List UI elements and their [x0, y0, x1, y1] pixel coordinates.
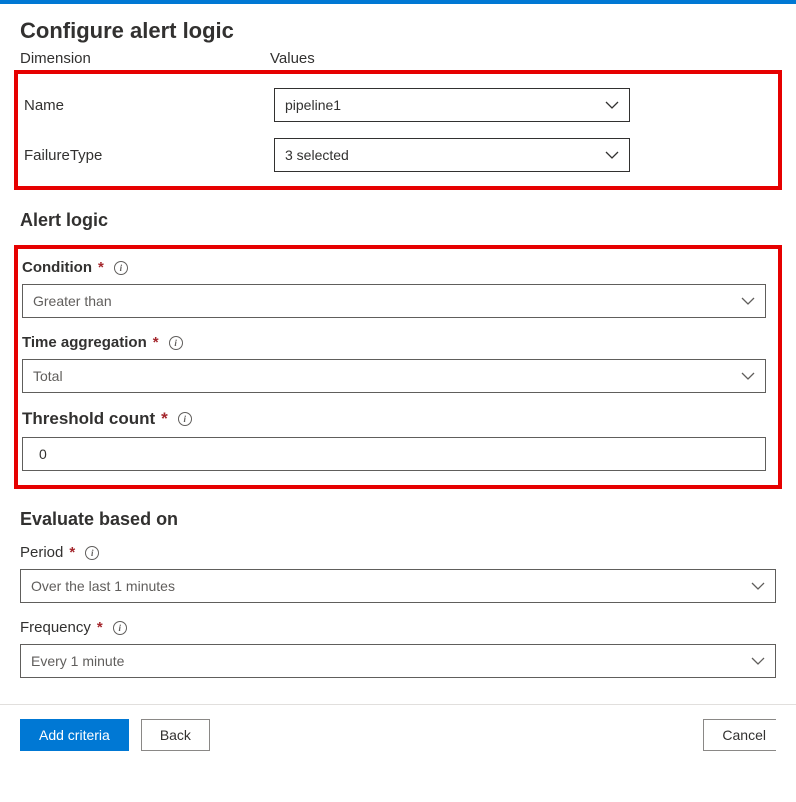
condition-field: Condition * i Greater than — [22, 259, 766, 318]
threshold-input[interactable] — [22, 437, 766, 471]
dimension-value-name: pipeline1 — [285, 97, 341, 113]
frequency-label-row: Frequency * i — [20, 619, 776, 636]
dimension-header-col1: Dimension — [20, 50, 270, 62]
dimension-label-failuretype: FailureType — [22, 147, 274, 164]
dimension-select-name[interactable]: pipeline1 — [274, 88, 630, 122]
chevron-down-icon — [751, 578, 765, 594]
frequency-value: Every 1 minute — [31, 653, 124, 669]
alert-logic-heading: Alert logic — [20, 210, 776, 231]
chevron-down-icon — [751, 653, 765, 669]
main-container: Configure alert logic Dimension Values N… — [0, 4, 796, 678]
dimension-label-name: Name — [22, 97, 274, 114]
dimension-row-failuretype: FailureType 3 selected — [22, 138, 762, 172]
period-field: Period * i Over the last 1 minutes — [20, 544, 776, 603]
time-aggregation-field: Time aggregation * i Total — [22, 334, 766, 393]
info-icon[interactable]: i — [178, 412, 192, 426]
footer-left-group: Add criteria Back — [20, 719, 210, 751]
cancel-button[interactable]: Cancel — [703, 719, 776, 751]
info-icon[interactable]: i — [114, 261, 128, 275]
page-title: Configure alert logic — [20, 18, 776, 44]
condition-value: Greater than — [33, 293, 112, 309]
period-label-row: Period * i — [20, 544, 776, 561]
condition-label: Condition — [22, 259, 92, 276]
dimension-select-failuretype[interactable]: 3 selected — [274, 138, 630, 172]
required-asterisk: * — [69, 544, 75, 561]
info-icon[interactable]: i — [169, 336, 183, 350]
chevron-down-icon — [605, 97, 619, 113]
chevron-down-icon — [605, 147, 619, 163]
required-asterisk: * — [97, 619, 103, 636]
time-aggregation-label: Time aggregation — [22, 334, 147, 351]
threshold-label-row: Threshold count * i — [22, 409, 766, 429]
frequency-select[interactable]: Every 1 minute — [20, 644, 776, 678]
condition-select[interactable]: Greater than — [22, 284, 766, 318]
dimension-headers: Dimension Values — [20, 50, 776, 66]
dimension-row-name: Name pipeline1 — [22, 88, 762, 122]
time-aggregation-label-row: Time aggregation * i — [22, 334, 766, 351]
period-select[interactable]: Over the last 1 minutes — [20, 569, 776, 603]
period-value: Over the last 1 minutes — [31, 578, 175, 594]
info-icon[interactable]: i — [85, 546, 99, 560]
required-asterisk: * — [161, 409, 168, 429]
dimension-value-failuretype: 3 selected — [285, 147, 349, 163]
dimensions-highlight-box: Name pipeline1 FailureType 3 selected — [14, 70, 782, 190]
threshold-label: Threshold count — [22, 409, 155, 429]
frequency-field: Frequency * i Every 1 minute — [20, 619, 776, 678]
alert-logic-highlight-box: Condition * i Greater than Time aggregat… — [14, 245, 782, 489]
frequency-label: Frequency — [20, 619, 91, 636]
time-aggregation-select[interactable]: Total — [22, 359, 766, 393]
condition-label-row: Condition * i — [22, 259, 766, 276]
required-asterisk: * — [153, 334, 159, 351]
chevron-down-icon — [741, 368, 755, 384]
info-icon[interactable]: i — [113, 621, 127, 635]
add-criteria-button[interactable]: Add criteria — [20, 719, 129, 751]
time-aggregation-value: Total — [33, 368, 63, 384]
chevron-down-icon — [741, 293, 755, 309]
evaluate-heading: Evaluate based on — [20, 509, 776, 530]
back-button[interactable]: Back — [141, 719, 210, 751]
footer-bar: Add criteria Back Cancel — [0, 705, 796, 751]
dimension-header-col2: Values — [270, 50, 315, 62]
required-asterisk: * — [98, 259, 104, 276]
threshold-field: Threshold count * i — [22, 409, 766, 471]
period-label: Period — [20, 544, 63, 561]
